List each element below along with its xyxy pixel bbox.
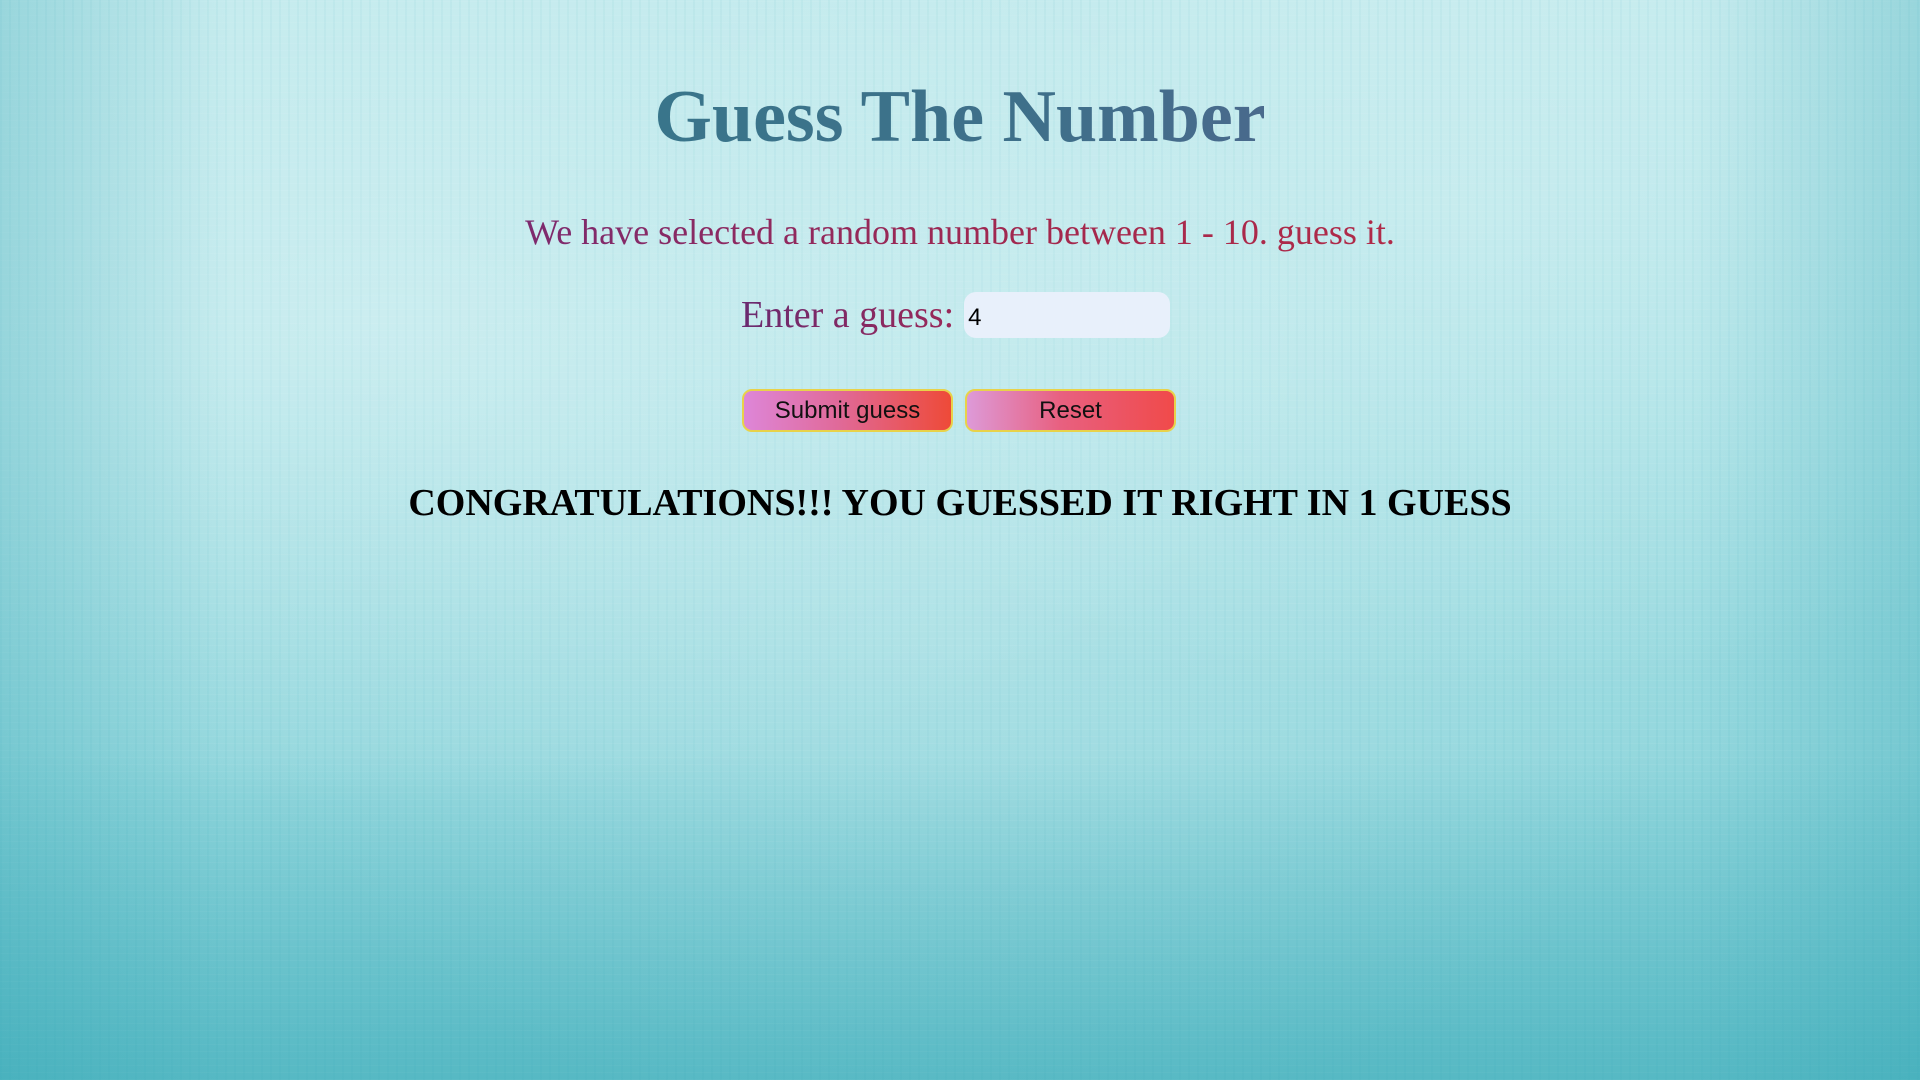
button-row: Submit guess Reset (742, 389, 1176, 432)
guess-input[interactable] (964, 292, 1171, 338)
guess-form-row: Enter a guess: (741, 290, 1171, 340)
background-texture (0, 0, 1920, 1080)
submit-guess-button[interactable]: Submit guess (742, 389, 953, 432)
page-title: Guess The Number (0, 72, 1920, 162)
result-message: CONGRATULATIONS!!! YOU GUESSED IT RIGHT … (408, 482, 1512, 524)
guess-label: Enter a guess: (741, 294, 955, 336)
intro-text: We have selected a random number between… (0, 210, 1920, 254)
reset-button[interactable]: Reset (965, 389, 1176, 432)
intro-text-label: We have selected a random number between… (525, 212, 1395, 252)
